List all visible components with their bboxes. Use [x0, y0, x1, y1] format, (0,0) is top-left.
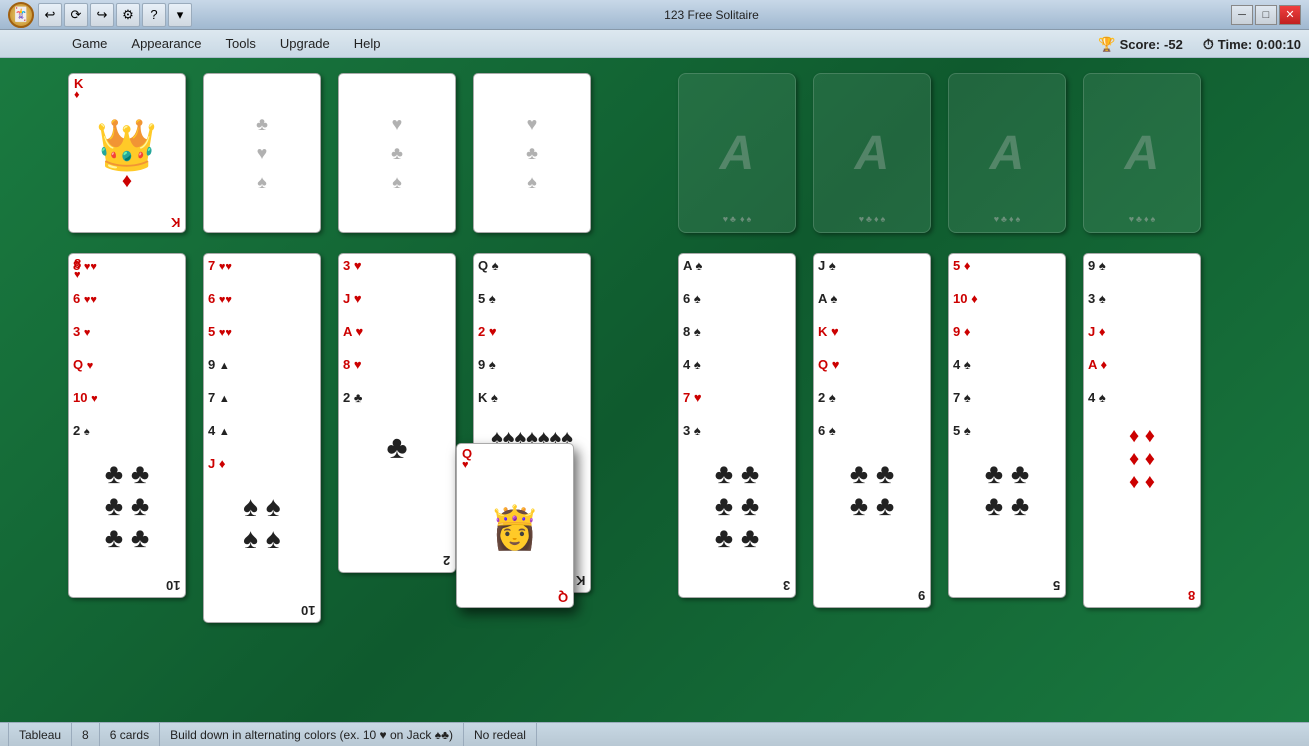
foundation-suits-3: ♥♣♦♠: [994, 214, 1021, 224]
score-label: Score:: [1120, 37, 1160, 52]
maximize-button[interactable]: □: [1255, 5, 1277, 25]
toolbar-btn-4[interactable]: ⚙: [116, 3, 140, 27]
menu-tools[interactable]: Tools: [214, 32, 268, 55]
foundation-4[interactable]: A ♥♣♦♠: [1083, 73, 1201, 233]
tableau-col1-top[interactable]: K ♦ K 👑 ♦: [68, 73, 186, 233]
tab2-card1[interactable]: 7 ♥♥ 6 ♥♥ 5 ♥♥ 9 ▲ 7 ▲ 4 ▲ J ♦ ♠ ♠ ♠ ♠ 1…: [203, 253, 321, 623]
minimize-button[interactable]: ─: [1231, 5, 1253, 25]
time-display: ⏱ Time: 0:00:10: [1203, 36, 1301, 53]
foundation-suits-4: ♥♣♦♠: [1129, 214, 1156, 224]
foundation-3[interactable]: A ♥♣♦♠: [948, 73, 1066, 233]
titlebar-left: 🃏 ↩ ⟳ ↪ ⚙ ? ▾: [8, 2, 192, 28]
tab6-col[interactable]: J ♠ A ♠ K ♥ Q ♥ 2 ♠ 6 ♠ ♣ ♣ ♣ ♣ 9: [813, 253, 931, 608]
card-rank-br: K: [171, 216, 180, 229]
tableau-col3-placeholder[interactable]: ♥ ♣ ♠: [338, 73, 456, 233]
status-columns: 8: [72, 723, 100, 746]
menu-upgrade[interactable]: Upgrade: [268, 32, 342, 55]
foundation-a-label: A: [1125, 126, 1160, 181]
tab7-col[interactable]: 5 ♦ 10 ♦ 9 ♦ 4 ♠ 7 ♠ 5 ♠ ♣ ♣ ♣ ♣ 5: [948, 253, 1066, 598]
game-area[interactable]: K ♦ K 👑 ♦ ♣ ♥ ♠ ♥ ♣ ♠: [0, 58, 1309, 722]
close-button[interactable]: ✕: [1279, 5, 1301, 25]
clock-icon: ⏱: [1203, 36, 1214, 53]
menu-appearance[interactable]: Appearance: [119, 32, 213, 55]
toolbar-btn-3[interactable]: ↪: [90, 3, 114, 27]
tab1-card1[interactable]: 8 ♥ 8 ♥♥ 6 ♥♥ 3 ♥ Q ♥ 10 ♥ 2 ♠ ♣ ♣ ♣ ♣ ♣…: [68, 253, 186, 598]
status-rule: Build down in alternating colors (ex. 10…: [160, 723, 464, 746]
foundation-suits-2: ♥♣♦♠: [859, 214, 886, 224]
toolbar-btn-2[interactable]: ⟳: [64, 3, 88, 27]
menu-game[interactable]: Game: [60, 32, 119, 55]
dragged-queen-hearts[interactable]: Q ♥ Q 👸: [456, 443, 574, 608]
tableau-col4-placeholder[interactable]: ♥ ♣ ♠: [473, 73, 591, 233]
toolbar-btn-5[interactable]: ?: [142, 3, 166, 27]
menu-help[interactable]: Help: [342, 32, 393, 55]
score-value: -52: [1164, 37, 1183, 52]
window-title: 123 Free Solitaire: [192, 8, 1231, 22]
toolbar-btn-1[interactable]: ↩: [38, 3, 62, 27]
foundation-a-label: A: [990, 126, 1025, 181]
tableau-col2-placeholder[interactable]: ♣ ♥ ♠: [203, 73, 321, 233]
score-icon: 🏆: [1098, 36, 1115, 53]
foundation-a-label: A: [855, 126, 890, 181]
tab3-card1[interactable]: 3 ♥ J ♥ A ♥ 8 ♥ 2 ♣ ♣ 2: [338, 253, 456, 573]
status-redeal: No redeal: [464, 723, 537, 746]
toolbar-btn-6[interactable]: ▾: [168, 3, 192, 27]
scorebar: 🏆 Score: -52 ⏱ Time: 0:00:10: [1098, 30, 1301, 58]
score-display: 🏆 Score: -52: [1098, 36, 1183, 53]
foundation-1[interactable]: A ♥♣♦♠: [678, 73, 796, 233]
foundation-a-label: A: [720, 126, 755, 181]
time-value: 0:00:10: [1256, 37, 1301, 52]
titlebar: 🃏 ↩ ⟳ ↪ ⚙ ? ▾ 123 Free Solitaire ─ □ ✕: [0, 0, 1309, 30]
foundation-2[interactable]: A ♥♣♦♠: [813, 73, 931, 233]
statusbar: Tableau 8 6 cards Build down in alternat…: [0, 722, 1309, 746]
tab5-col[interactable]: A ♠ 6 ♠ 8 ♠ 4 ♠ 7 ♥ 3 ♠ ♣ ♣ ♣ ♣ ♣ ♣ 3: [678, 253, 796, 598]
window-controls: ─ □ ✕: [1231, 5, 1301, 25]
tab8-col[interactable]: 9 ♠ 3 ♠ J ♦ A ♦ 4 ♠ ♦ ♦ ♦ ♦ ♦ ♦ 8: [1083, 253, 1201, 608]
status-cards: 6 cards: [100, 723, 160, 746]
foundation-suits: ♥♣♦♠: [723, 214, 752, 224]
time-label: Time:: [1218, 37, 1252, 52]
status-type: Tableau: [8, 723, 72, 746]
toolbar-icons: ↩ ⟳ ↪ ⚙ ? ▾: [38, 3, 192, 27]
app-icon: 🃏: [8, 2, 34, 28]
